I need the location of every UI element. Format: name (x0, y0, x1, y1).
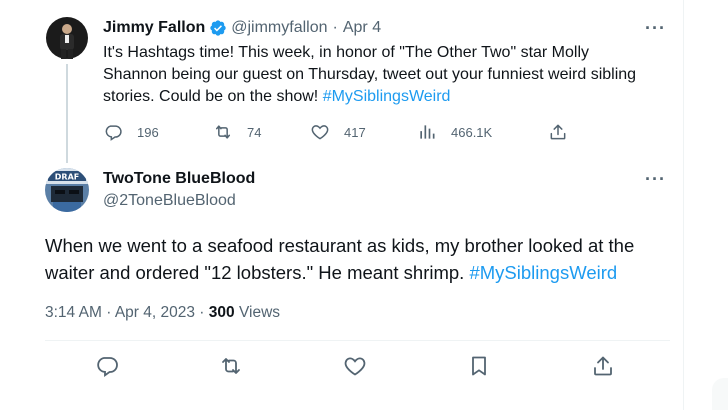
more-icon[interactable]: ··· (645, 170, 666, 188)
separator-dot: · (106, 304, 112, 321)
svg-text:DRAF: DRAF (55, 173, 79, 182)
retweet-icon (219, 354, 243, 378)
views-count: 466.1K (451, 124, 493, 140)
like-count: 417 (344, 124, 366, 140)
reply-count: 196 (137, 124, 159, 140)
share-icon (548, 122, 568, 142)
hashtag-link[interactable]: #MySiblingsWeird (323, 88, 451, 105)
author-handle[interactable]: @jimmyfallon (231, 18, 327, 38)
avatar-twotone-blueblood[interactable]: DRAF (45, 168, 89, 212)
share-icon (591, 354, 615, 378)
tweet-date[interactable]: Apr 4 (343, 18, 381, 38)
column-divider (683, 0, 684, 410)
retweet-count: 74 (247, 124, 262, 140)
main-tweet-text: When we went to a seafood restaurant as … (45, 232, 670, 286)
avatar-jimmy-fallon[interactable] (45, 16, 89, 60)
retweet-icon (213, 122, 233, 142)
bookmark-button[interactable] (467, 354, 491, 378)
hashtag-link[interactable]: #MySiblingsWeird (469, 262, 617, 283)
divider (45, 340, 670, 341)
share-button[interactable] (548, 121, 568, 143)
separator-dot: · (332, 19, 338, 36)
like-icon (310, 122, 330, 142)
parent-tweet-header: Jimmy Fallon @jimmyfallon · Apr 4 (103, 18, 381, 38)
views-icon (417, 122, 437, 142)
like-button[interactable] (343, 354, 367, 378)
retweet-button[interactable]: 74 (213, 121, 261, 143)
like-button[interactable]: 417 (310, 121, 366, 143)
reply-button[interactable]: 196 (103, 121, 159, 143)
sidebar-edge (712, 378, 728, 410)
main-author-name[interactable]: TwoTone BlueBlood (103, 169, 255, 189)
views-count[interactable]: 300 (209, 304, 235, 321)
reply-button[interactable] (95, 354, 119, 378)
reply-icon (95, 354, 119, 378)
bookmark-icon (467, 354, 491, 378)
main-author-handle[interactable]: @2ToneBlueBlood (103, 191, 236, 211)
retweet-button[interactable] (219, 354, 243, 378)
thread-connector (66, 64, 68, 163)
tweet-date[interactable]: Apr 4, 2023 (115, 304, 195, 321)
tweet-meta: 3:14 AM · Apr 4, 2023 · 300 Views (45, 303, 280, 323)
author-name[interactable]: Jimmy Fallon (103, 18, 205, 38)
tweet-time[interactable]: 3:14 AM (45, 304, 102, 321)
separator-dot: · (199, 304, 205, 321)
views-label: Views (238, 304, 281, 321)
share-button[interactable] (591, 354, 615, 378)
like-icon (343, 354, 367, 378)
parent-tweet-text: It's Hashtags time! This week, in honor … (103, 42, 643, 108)
verified-badge-icon (209, 19, 227, 37)
views-button[interactable]: 466.1K (417, 121, 492, 143)
more-icon[interactable]: ··· (645, 19, 666, 37)
reply-icon (103, 122, 123, 142)
